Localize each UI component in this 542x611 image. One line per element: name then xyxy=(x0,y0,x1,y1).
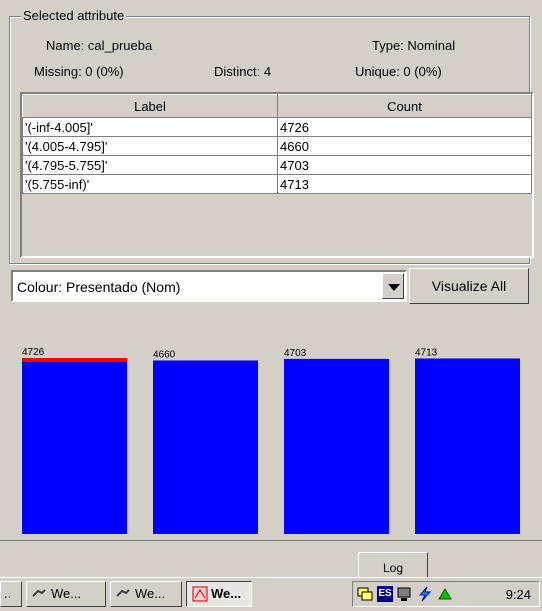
row-count[interactable]: 4726 xyxy=(277,117,532,137)
taskbar-item[interactable]: .. xyxy=(0,581,22,607)
column-header-label[interactable]: Label xyxy=(22,94,278,118)
histogram-bar xyxy=(415,358,520,534)
app-icon xyxy=(192,586,208,602)
histogram-chart: 4726 4660 4703 4713 xyxy=(22,347,520,534)
visualize-all-button[interactable]: Visualize All xyxy=(409,268,529,304)
row-label[interactable]: '(-inf-4.005]' xyxy=(22,117,278,137)
bar-value-label: 4713 xyxy=(415,347,438,358)
row-label[interactable]: '(4.795-5.755]' xyxy=(22,155,278,175)
row-count[interactable]: 4703 xyxy=(277,155,532,175)
bar-value-label: 4726 xyxy=(22,347,45,358)
language-icon[interactable]: ES xyxy=(377,586,393,602)
histogram-bar-segment xyxy=(22,358,127,363)
row-count[interactable]: 4713 xyxy=(277,174,532,194)
attribute-name: Name: cal_prueba xyxy=(46,38,153,53)
taskbar-item-label: We... xyxy=(211,586,242,601)
chevron-down-icon[interactable] xyxy=(382,273,404,299)
taskbar-item-label: We... xyxy=(51,586,82,601)
colour-select-value: Colour: Presentado (Nom) xyxy=(17,279,181,295)
tray-app-icon[interactable] xyxy=(437,586,453,602)
histogram-bar xyxy=(22,358,127,534)
row-label[interactable]: '(5.755-inf)' xyxy=(22,174,278,194)
row-label[interactable]: '(4.005-4.795]' xyxy=(22,136,278,156)
log-button[interactable]: Log xyxy=(358,552,428,578)
table-row[interactable]: '(-inf-4.005]' 4726 xyxy=(22,117,532,137)
colour-select[interactable]: Colour: Presentado (Nom) xyxy=(11,270,407,302)
lightning-icon[interactable] xyxy=(417,586,433,602)
attribute-unique: Unique: 0 (0%) xyxy=(355,64,442,79)
histogram-bar xyxy=(153,360,258,534)
row-count[interactable]: 4660 xyxy=(277,136,532,156)
table-row[interactable]: '(5.755-inf)' 4713 xyxy=(22,174,532,194)
taskbar: .. We... We... We... ES 9:24 xyxy=(0,577,542,611)
clock: 9:24 xyxy=(505,587,531,602)
taskbar-item-label: We... xyxy=(135,586,166,601)
status-panel xyxy=(0,540,542,577)
table-row[interactable]: '(4.795-5.755]' 4703 xyxy=(22,155,532,175)
table-row[interactable]: '(4.005-4.795]' 4660 xyxy=(22,136,532,156)
label-count-table[interactable]: Label Count '(-inf-4.005]' 4726 '(4.005-… xyxy=(20,92,534,258)
bar-value-label: 4703 xyxy=(284,348,307,359)
network-icon[interactable] xyxy=(357,586,373,602)
column-header-count[interactable]: Count xyxy=(277,94,532,118)
java-icon xyxy=(116,589,130,597)
system-tray: ES 9:24 xyxy=(352,581,540,607)
histogram-bar xyxy=(284,358,389,534)
attribute-distinct: Distinct: 4 xyxy=(214,64,272,79)
java-icon xyxy=(32,589,46,597)
panel-legend: Selected attribute xyxy=(21,8,127,23)
attribute-missing: Missing: 0 (0%) xyxy=(34,64,124,79)
bar-value-label: 4660 xyxy=(153,349,176,360)
attribute-type: Type: Nominal xyxy=(372,38,456,53)
computer-icon[interactable] xyxy=(397,586,413,602)
